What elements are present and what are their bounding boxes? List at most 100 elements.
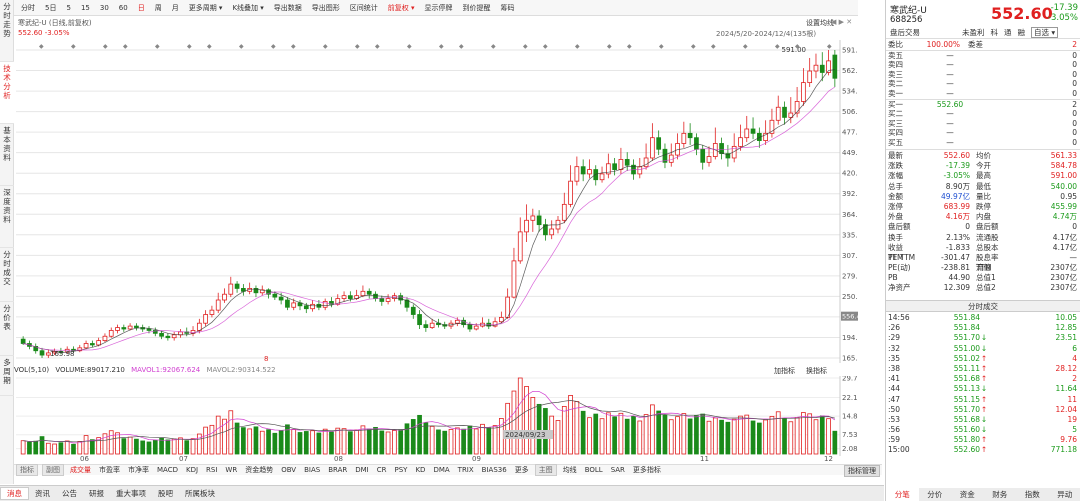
buys-row[interactable]: 买五 — 0 bbox=[888, 138, 1079, 147]
buys-row[interactable]: 买四 — 0 bbox=[888, 128, 1079, 137]
indicator-tag[interactable]: 指标 bbox=[16, 464, 38, 476]
sells-row[interactable]: 卖三 — 0 bbox=[888, 70, 1079, 79]
subchart-tag[interactable]: 副图 bbox=[42, 464, 64, 476]
chart-window-icons[interactable]: ◀ ▶ ✕ bbox=[831, 18, 852, 26]
tick-row[interactable]: :50 551.70 ↑ 12.04 bbox=[888, 405, 1079, 415]
tick-row[interactable]: 14:56 551.84 10.05 bbox=[888, 313, 1079, 323]
tick-row[interactable]: :26 551.84 12.85 bbox=[888, 323, 1079, 333]
main-indicator-0[interactable]: 均线 bbox=[559, 465, 581, 475]
sells-row[interactable]: 卖二 — 0 bbox=[888, 79, 1079, 88]
tick-row[interactable]: :59 551.80 ↑ 9.76 bbox=[888, 435, 1079, 445]
tick-row[interactable]: :29 551.70 ↓ 23.51 bbox=[888, 333, 1079, 343]
main-indicator-3[interactable]: 更多指标 bbox=[629, 465, 665, 475]
bottom-tab-5[interactable]: 股吧 bbox=[152, 488, 179, 499]
swap-indicator-button[interactable]: 换指标 bbox=[806, 366, 827, 376]
tick-row[interactable]: :35 551.02 ↑ 4 bbox=[888, 354, 1079, 364]
bottom-tab-3[interactable]: 研报 bbox=[83, 488, 110, 499]
indicator-16[interactable]: TRIX bbox=[454, 466, 478, 474]
toolbar-item-11[interactable]: 导出数据 bbox=[269, 3, 307, 13]
right-tab-1[interactable]: 分价 bbox=[919, 488, 952, 501]
indicator-7[interactable]: 资金趋势 bbox=[241, 465, 277, 475]
main-indicator-1[interactable]: BOLL bbox=[581, 466, 607, 474]
indicator-5[interactable]: RSI bbox=[202, 466, 221, 474]
tick-row[interactable]: :44 551.13 ↓ 11.64 bbox=[888, 384, 1079, 394]
indicator-8[interactable]: OBV bbox=[277, 466, 300, 474]
toolbar-item-15[interactable]: 显示停牌 bbox=[420, 3, 458, 13]
right-tab-0[interactable]: 分笔 bbox=[886, 488, 919, 501]
tick-row[interactable]: :53 551.68 ↓ 19 bbox=[888, 415, 1079, 425]
buys-row[interactable]: 买三 — 0 bbox=[888, 119, 1079, 128]
indicator-0[interactable]: 成交量 bbox=[66, 465, 95, 475]
indicator-3[interactable]: MACD bbox=[153, 466, 182, 474]
toolbar-item-7[interactable]: 周 bbox=[150, 3, 167, 13]
indicator-15[interactable]: DMA bbox=[429, 466, 453, 474]
event-dot: ◆ bbox=[375, 43, 380, 50]
toolbar-item-12[interactable]: 导出图形 bbox=[307, 3, 345, 13]
main-indicator-2[interactable]: SAR bbox=[607, 466, 629, 474]
main-chart-tag[interactable]: 主图 bbox=[534, 464, 557, 476]
left-tab-2[interactable]: 基本资料 bbox=[0, 124, 14, 186]
toolbar-item-16[interactable]: 到价提醒 bbox=[458, 3, 496, 13]
indicator-2[interactable]: 市净率 bbox=[124, 465, 153, 475]
toolbar-item-6[interactable]: 日 bbox=[133, 3, 150, 13]
volume-chart[interactable]: 29.7万 22.1万 14.8万 7.53万 2.08万 2024/09/23 bbox=[14, 376, 858, 456]
toolbar-item-4[interactable]: 30 bbox=[95, 4, 114, 12]
left-tab-6[interactable]: 多周期 bbox=[0, 356, 14, 396]
indicator-manager-button[interactable]: 指标管理 bbox=[844, 465, 880, 477]
bottom-tab-6[interactable]: 所属板块 bbox=[179, 488, 221, 499]
left-tab-4[interactable]: 分时成交 bbox=[0, 248, 14, 302]
tick-row[interactable]: :47 551.15 ↑ 11 bbox=[888, 395, 1079, 405]
left-tab-3[interactable]: 深度资料 bbox=[0, 186, 14, 248]
indicator-4[interactable]: KDJ bbox=[182, 466, 202, 474]
buys-row[interactable]: 买一 552.60 2 bbox=[888, 100, 1079, 109]
tick-row[interactable]: :56 551.60 ↓ 5 bbox=[888, 425, 1079, 435]
left-tab-1[interactable]: 技术分析 bbox=[0, 62, 14, 124]
tick-row[interactable]: :32 551.00 ↓ 6 bbox=[888, 344, 1079, 354]
indicator-18[interactable]: 更多 bbox=[511, 465, 533, 475]
indicator-14[interactable]: KD bbox=[411, 466, 429, 474]
bottom-tab-2[interactable]: 公告 bbox=[56, 488, 83, 499]
right-tab-5[interactable]: 异动 bbox=[1049, 488, 1080, 501]
volume-bar bbox=[605, 412, 611, 455]
toolbar-item-5[interactable]: 60 bbox=[114, 4, 133, 12]
right-tab-2[interactable]: 资金 bbox=[951, 488, 984, 501]
toolbar-item-1[interactable]: 5日 bbox=[40, 3, 61, 13]
stock-tag-5[interactable]: 自选 ▾ bbox=[1031, 27, 1059, 38]
indicator-9[interactable]: BIAS bbox=[300, 466, 324, 474]
tick-row[interactable]: 15:00 552.60 ↑ 771.18 bbox=[888, 445, 1079, 455]
ticks-list[interactable]: 14:56 551.84 10.05:26 551.84 12.85:29 551.70 ↓… bbox=[888, 313, 1079, 456]
left-tab-5[interactable]: 分价表 bbox=[0, 302, 14, 356]
tick-row[interactable]: :38 551.11 ↑ 28.12 bbox=[888, 364, 1079, 374]
indicator-1[interactable]: 市盈率 bbox=[95, 465, 124, 475]
bottom-tab-0[interactable]: 消息 bbox=[0, 487, 29, 500]
bottom-tab-1[interactable]: 资讯 bbox=[29, 488, 56, 499]
sells-row[interactable]: 卖四 — 0 bbox=[888, 60, 1079, 69]
right-tab-3[interactable]: 财务 bbox=[984, 488, 1017, 501]
indicator-6[interactable]: WR bbox=[221, 466, 241, 474]
indicator-17[interactable]: BIAS36 bbox=[478, 466, 511, 474]
add-indicator-button[interactable]: 加指标 bbox=[774, 366, 795, 376]
toolbar-item-3[interactable]: 15 bbox=[76, 4, 95, 12]
toolbar-item-14[interactable]: 前复权 ▾ bbox=[383, 3, 420, 13]
indicator-10[interactable]: BRAR bbox=[324, 466, 351, 474]
indicator-12[interactable]: CR bbox=[373, 466, 391, 474]
toolbar-item-10[interactable]: K线叠加 ▾ bbox=[227, 3, 268, 13]
indicator-13[interactable]: PSY bbox=[391, 466, 412, 474]
left-tab-0[interactable]: 分时走势 bbox=[0, 0, 14, 62]
bottom-tab-4[interactable]: 重大事项 bbox=[110, 488, 152, 499]
toolbar-item-9[interactable]: 更多周期 ▾ bbox=[184, 3, 228, 13]
volume-bar bbox=[454, 427, 460, 455]
toolbar-item-8[interactable]: 月 bbox=[167, 3, 184, 13]
sells-row[interactable]: 卖五 — 0 bbox=[888, 51, 1079, 60]
set-ma-button[interactable]: 设置均线 bbox=[806, 18, 834, 28]
buys-row[interactable]: 买二 — 0 bbox=[888, 109, 1079, 118]
toolbar-item-17[interactable]: 筹码 bbox=[496, 3, 520, 13]
tick-row[interactable]: :41 551.68 ↑ 2 bbox=[888, 374, 1079, 384]
toolbar-item-13[interactable]: 区间统计 bbox=[345, 3, 383, 13]
toolbar-item-0[interactable]: 分时 bbox=[16, 3, 40, 13]
toolbar-item-2[interactable]: 5 bbox=[61, 4, 75, 12]
candlestick-chart[interactable]: 591.00 562.67 534.33 506.00 477.66 449.33 420.… bbox=[14, 40, 858, 363]
right-tab-4[interactable]: 指数 bbox=[1016, 488, 1049, 501]
indicator-11[interactable]: DMI bbox=[351, 466, 373, 474]
sells-row[interactable]: 卖一 — 0 bbox=[888, 89, 1079, 98]
